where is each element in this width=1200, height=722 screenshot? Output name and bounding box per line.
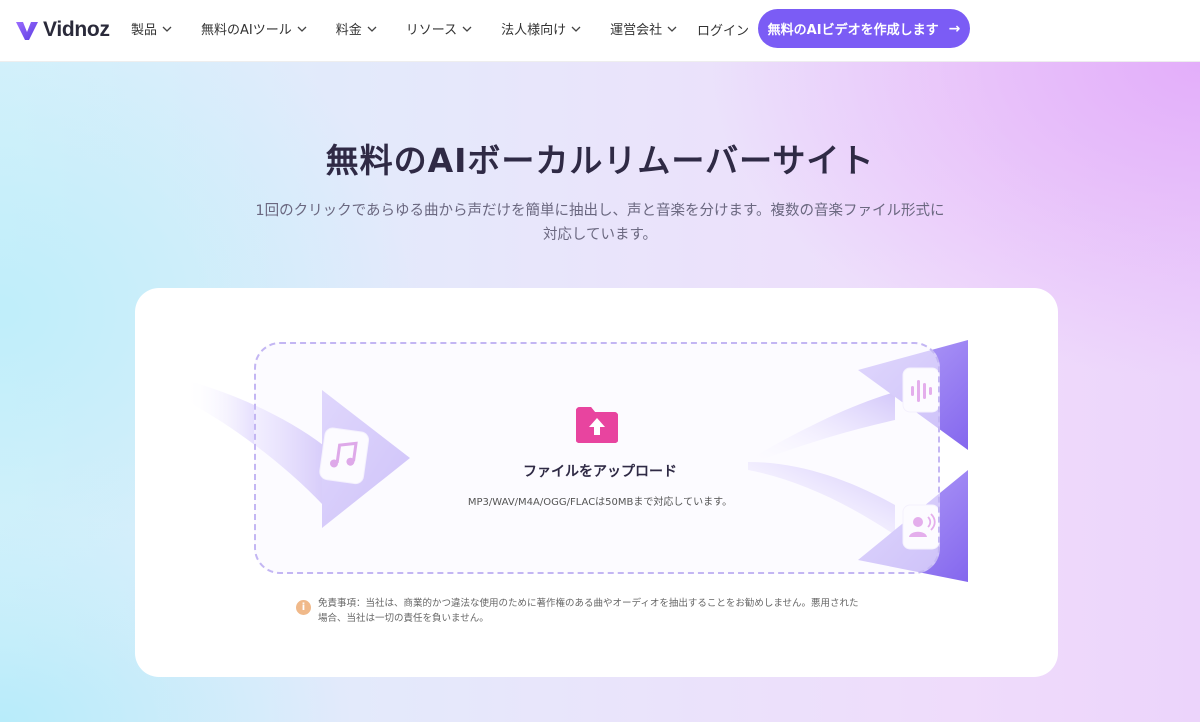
chevron-down-icon	[462, 26, 472, 32]
chevron-down-icon	[571, 26, 581, 32]
main-nav: 製品 無料のAIツール 料金 リソース 法人様向け 運営会社	[131, 19, 706, 38]
nav-label: 法人様向け	[501, 23, 567, 38]
nav-item-products[interactable]: 製品	[131, 19, 173, 38]
chevron-down-icon	[367, 26, 377, 32]
subtitle-line: 対応しています。	[542, 227, 658, 243]
chevron-down-icon	[297, 26, 307, 32]
nav-label: 無料のAIツール	[201, 23, 292, 38]
subtitle-line: 1回のクリックであらゆる曲から声だけを簡単に抽出し、声と音楽を分けます。複数の音…	[255, 203, 945, 219]
logo-icon	[16, 22, 38, 40]
nav-item-pricing[interactable]: 料金	[336, 19, 378, 38]
nav-item-business[interactable]: 法人様向け	[501, 19, 582, 38]
page-subtitle: 1回のクリックであらゆる曲から声だけを簡単に抽出し、声と音楽を分けます。複数の音…	[230, 199, 970, 247]
disclaimer-line: 免責事項：当社は、商業的かつ違法な使用のために著作権のある曲やオーディオを抽出す…	[318, 598, 859, 609]
file-dropzone[interactable]	[254, 342, 940, 574]
vidnoz-logo[interactable]: Vidnoz	[14, 15, 110, 45]
info-icon: i	[296, 600, 311, 615]
login-link[interactable]: ログイン	[697, 20, 749, 39]
create-ai-video-button[interactable]: 無料のAIビデオを作成します →	[758, 9, 970, 48]
nav-label: リソース	[405, 23, 458, 38]
chevron-down-icon	[162, 26, 172, 32]
nav-label: 製品	[131, 23, 158, 38]
top-navigation-bar: Vidnoz 製品 無料のAIツール 料金 リソース 法人様向け 運営会社 ログ…	[0, 0, 1200, 62]
nav-label: 運営会社	[610, 23, 663, 38]
chevron-down-icon	[667, 26, 677, 32]
cta-label: 無料のAIビデオを作成します	[767, 23, 939, 38]
nav-label: 料金	[335, 23, 362, 38]
nav-item-resources[interactable]: リソース	[406, 19, 473, 38]
arrow-right-icon: →	[948, 20, 961, 37]
supported-formats-note: MP3/WAV/M4A/OGG/FLACは50MBまで対応しています。	[467, 497, 733, 508]
disclaimer-text: 免責事項：当社は、商業的かつ違法な使用のために著作権のある曲やオーディオを抽出す…	[318, 596, 908, 626]
nav-item-company[interactable]: 運営会社	[610, 19, 678, 38]
nav-item-free-ai-tools[interactable]: 無料のAIツール	[201, 19, 308, 38]
logo-text: Vidnoz	[43, 18, 110, 41]
folder-upload-icon[interactable]	[574, 405, 620, 445]
disclaimer-line: 場合、当社は一切の責任を負いません。	[318, 613, 489, 624]
page-title: 無料のAIボーカルリムーバーサイト	[325, 141, 875, 180]
upload-file-label[interactable]: ファイルをアップロード	[480, 461, 720, 481]
